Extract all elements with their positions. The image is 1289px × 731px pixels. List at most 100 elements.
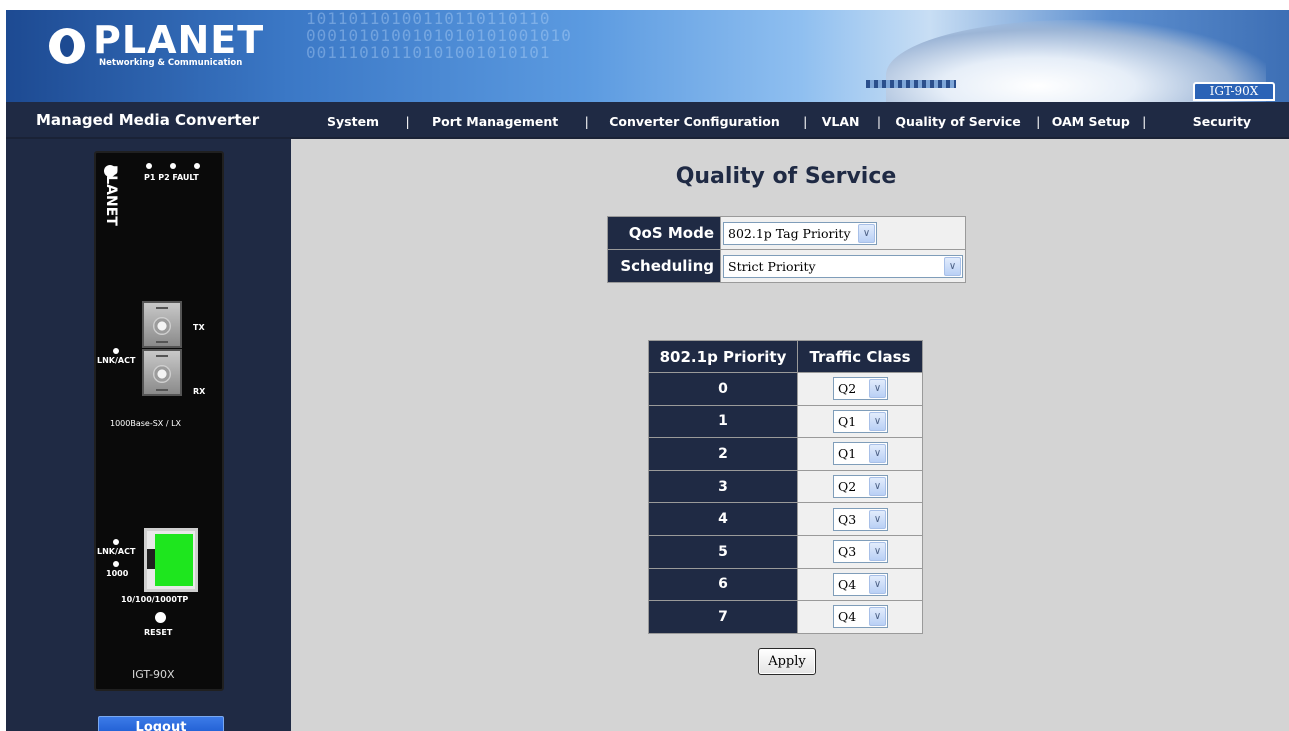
navigation-bar: Managed Media Converter System | Port Ma… (6, 102, 1289, 139)
qos-mode-value: 802.1p Tag Priority (728, 225, 851, 241)
menu-oam-setup[interactable]: OAM Setup (1052, 114, 1130, 129)
menu-system[interactable]: System (327, 114, 379, 129)
device-model: IGT-90X (132, 668, 175, 681)
chevron-down-icon[interactable]: ∨ (869, 574, 886, 594)
port-bar (156, 341, 168, 343)
chevron-down-icon[interactable]: ∨ (858, 223, 875, 243)
traffic-class-cell: Q1 ∨ (797, 404, 923, 439)
traffic-class-select[interactable]: Q4 ∨ (833, 572, 888, 596)
table-row: 3 Q2 ∨ (648, 469, 923, 504)
priority-value: 5 (648, 534, 798, 569)
main-content: Quality of Service QoS Mode 802.1p Tag P… (291, 139, 1289, 731)
led-fault (194, 163, 200, 169)
header-banner: 10110110100110110110110 0001010100101010… (6, 10, 1289, 102)
menu-converter-configuration[interactable]: Converter Configuration (609, 114, 780, 129)
traffic-class-cell: Q4 ∨ (797, 600, 923, 634)
traffic-class-cell: Q1 ∨ (797, 437, 923, 471)
table-row: 1 Q1 ∨ (648, 404, 923, 439)
chevron-down-icon[interactable]: ∨ (944, 256, 961, 276)
fiber-port-label: 1000Base-SX / LX (110, 419, 182, 428)
chevron-down-icon[interactable]: ∨ (869, 379, 886, 399)
traffic-class-value: Q1 (838, 446, 857, 462)
tx-label: TX (193, 323, 205, 332)
port-bar (156, 389, 168, 391)
device-logo-wordmark: PLANET (103, 165, 119, 226)
menu-separator: | (1036, 114, 1041, 129)
reset-label: RESET (144, 628, 173, 637)
qos-mode-row: QoS Mode 802.1p Tag Priority ∨ (607, 216, 966, 250)
table-row: 5 Q3 ∨ (648, 534, 923, 569)
menu-separator: | (1142, 114, 1147, 129)
binary-decoration: 10110110100110110110110 0001010100101010… (306, 10, 572, 62)
table-row: 7 Q4 ∨ (648, 600, 923, 634)
priority-value: 7 (648, 600, 798, 634)
logo-wordmark: PLANET (93, 18, 265, 62)
apply-button[interactable]: Apply (758, 648, 816, 675)
reset-button[interactable] (155, 612, 166, 623)
chevron-down-icon[interactable]: ∨ (869, 607, 886, 627)
table-row: 2 Q1 ∨ (648, 437, 923, 471)
chevron-down-icon[interactable]: ∨ (869, 477, 886, 497)
traffic-class-select[interactable]: Q4 ∨ (833, 605, 888, 629)
device-front-panel: PLANET P1 P2 FAULT LNK/ACT TX RX 1000Bas… (94, 151, 224, 691)
product-name: Managed Media Converter (36, 111, 260, 129)
chevron-down-icon[interactable]: ∨ (869, 444, 886, 464)
traffic-class-select[interactable]: Q2 ∨ (833, 377, 888, 401)
port-bar (156, 355, 168, 357)
model-badge: IGT-90X (1193, 82, 1275, 101)
rx-label: RX (193, 387, 206, 396)
logo-tagline: Networking & Communication (99, 58, 243, 68)
sidebar: PLANET P1 P2 FAULT LNK/ACT TX RX 1000Bas… (6, 139, 291, 731)
table-row: 6 Q4 ∨ (648, 567, 923, 602)
qos-mode-select[interactable]: 802.1p Tag Priority ∨ (723, 221, 877, 245)
traffic-class-cell: Q3 ∨ (797, 534, 923, 569)
traffic-class-value: Q3 (838, 544, 857, 560)
menu-separator: | (405, 114, 410, 129)
speed-1000-label: 1000 (106, 569, 129, 578)
device-logo: PLANET (99, 161, 121, 241)
menu-quality-of-service[interactable]: Quality of Service (895, 114, 1020, 129)
priority-value: 6 (648, 567, 798, 602)
led-labels: P1 P2 FAULT (144, 173, 199, 182)
priority-value: 2 (648, 437, 798, 471)
lnk-act-label: LNK/ACT (97, 356, 136, 365)
rj45-notch (147, 549, 155, 569)
menu-separator: | (876, 114, 882, 129)
traffic-class-value: Q3 (838, 511, 857, 527)
traffic-class-select[interactable]: Q1 ∨ (833, 409, 888, 433)
chevron-down-icon[interactable]: ∨ (869, 542, 886, 562)
port-bar (156, 307, 168, 309)
menu-separator: | (584, 114, 589, 129)
main-menu: System | Port Management | Converter Con… (327, 114, 1251, 129)
scheduling-value: Strict Priority (728, 258, 816, 274)
traffic-class-cell: Q3 ∨ (797, 502, 923, 536)
qos-mode-label: QoS Mode (607, 216, 721, 250)
traffic-class-value: Q2 (838, 381, 857, 397)
priority-value: 3 (648, 469, 798, 504)
traffic-class-select[interactable]: Q3 ∨ (833, 540, 888, 564)
scheduling-cell: Strict Priority ∨ (720, 249, 966, 283)
traffic-class-select[interactable]: Q1 ∨ (833, 442, 888, 466)
traffic-class-value: Q2 (838, 479, 857, 495)
table-row: 4 Q3 ∨ (648, 502, 923, 536)
fiber-connector-icon (153, 365, 171, 383)
qos-settings-table: QoS Mode 802.1p Tag Priority ∨ Schedulin… (607, 216, 966, 283)
qos-mode-cell: 802.1p Tag Priority ∨ (720, 216, 966, 250)
fiber-port-tx (142, 301, 182, 348)
priority-value: 1 (648, 404, 798, 439)
traffic-class-select[interactable]: Q3 ∨ (833, 507, 888, 531)
traffic-class-select[interactable]: Q2 ∨ (833, 475, 888, 499)
table-row: 0 Q2 ∨ (648, 372, 923, 406)
led-1000 (113, 561, 119, 567)
chevron-down-icon[interactable]: ∨ (869, 509, 886, 529)
app-window: 10110110100110110110110 0001010100101010… (6, 10, 1289, 731)
menu-vlan[interactable]: VLAN (822, 114, 860, 129)
scheduling-select[interactable]: Strict Priority ∨ (723, 254, 963, 278)
priority-mapping-table: 802.1p Priority Traffic Class 0 Q2 ∨ 1 Q1… (648, 340, 923, 634)
chevron-down-icon[interactable]: ∨ (869, 411, 886, 431)
priority-value: 0 (648, 372, 798, 406)
copper-port-label: 10/100/1000TP (121, 595, 189, 604)
menu-security[interactable]: Security (1193, 114, 1251, 129)
menu-port-management[interactable]: Port Management (432, 114, 558, 129)
logout-button[interactable]: Logout (98, 716, 224, 731)
